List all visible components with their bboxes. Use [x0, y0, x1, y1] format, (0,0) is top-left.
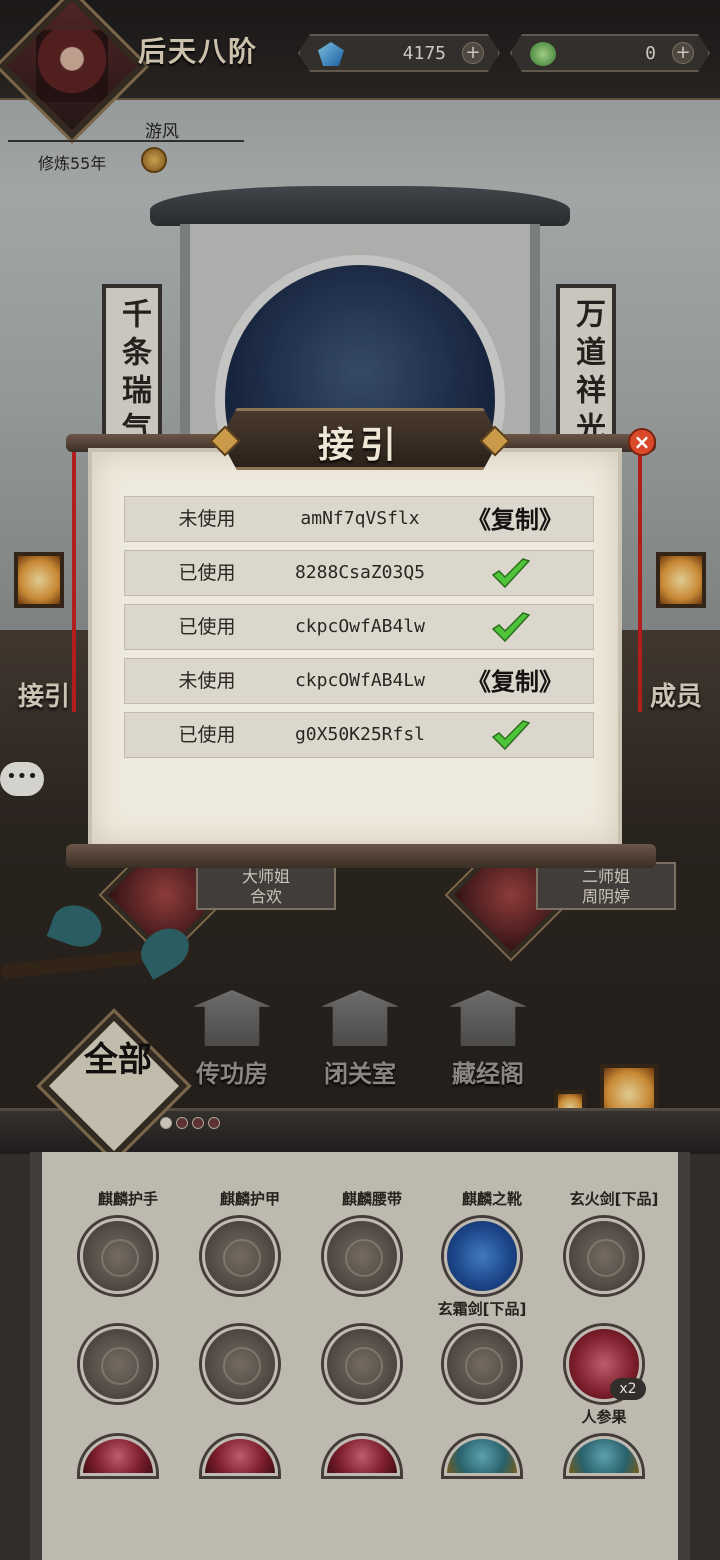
- check-icon: [491, 720, 531, 751]
- avatar-portrait: [36, 30, 108, 102]
- crystal-resource: 4175 +: [298, 34, 500, 72]
- xuanshuang-sword-slot[interactable]: [444, 1218, 520, 1294]
- herb-slot[interactable]: [202, 1436, 278, 1476]
- building-transmission[interactable]: 传功房: [182, 990, 282, 1090]
- empty-slot[interactable]: [80, 1326, 156, 1402]
- senior-sister-title: 大师姐: [241, 867, 290, 886]
- crystal-value: 4175: [402, 43, 446, 64]
- blue-crystal-icon: [318, 42, 344, 66]
- page-dot[interactable]: [208, 1117, 220, 1129]
- check-icon: [491, 558, 531, 589]
- player-name: 游风: [145, 122, 179, 142]
- item-label: 麒麟护手: [97, 1190, 158, 1208]
- page-dot[interactable]: [176, 1117, 188, 1129]
- coin-icon[interactable]: [141, 147, 167, 173]
- realm-title: 后天八阶: [138, 35, 259, 68]
- item-label: 麒麟护甲: [219, 1190, 280, 1208]
- add-jade-button[interactable]: +: [672, 42, 694, 64]
- second-sister-name: 周阴婷: [581, 887, 630, 906]
- code-row: 已使用 ckpcOwfAB4lw: [124, 604, 594, 650]
- close-button[interactable]: ×: [628, 428, 656, 456]
- building-seclusion[interactable]: 闭关室: [310, 990, 410, 1090]
- check-icon: [491, 612, 531, 643]
- item-label: 麒麟腰带: [341, 1190, 402, 1208]
- building-label: 传功房: [196, 1059, 268, 1088]
- gate-roof: [150, 186, 570, 226]
- page-indicator: [160, 1114, 224, 1129]
- lantern-icon: [656, 552, 706, 608]
- empty-slot[interactable]: [202, 1326, 278, 1402]
- chat-bubble-button[interactable]: •••: [0, 762, 44, 796]
- ribbon-right: [638, 452, 642, 712]
- senior-sister-name: 合欢: [249, 887, 282, 906]
- scroll-bottom-rod: [66, 844, 656, 868]
- empty-slot[interactable]: [444, 1326, 520, 1402]
- modal-title: 接引: [317, 424, 402, 466]
- herb-slot[interactable]: [566, 1436, 642, 1476]
- herb-slot[interactable]: [324, 1436, 400, 1476]
- name-strip: [8, 116, 244, 142]
- code-value: g0X50K25Rfsl: [294, 724, 426, 745]
- empty-slot[interactable]: [324, 1218, 400, 1294]
- ribbon-left: [72, 452, 76, 712]
- building-library[interactable]: 藏经阁: [438, 990, 538, 1090]
- all-tab-label: 全部: [84, 1040, 152, 1080]
- code-value: ckpcOWfAB4Lw: [294, 670, 426, 691]
- jade-value: 0: [645, 43, 656, 64]
- inventory-panel: 麒麟护手 麒麟护甲 麒麟腰带 麒麟之靴 玄火剑[下品] 玄霜剑[下品] x2 人…: [30, 1152, 690, 1560]
- building-icon: [193, 990, 271, 1046]
- page-dot[interactable]: [160, 1117, 172, 1129]
- herb-slot[interactable]: [80, 1436, 156, 1476]
- jade-icon: [530, 42, 556, 66]
- building-label: 闭关室: [324, 1059, 396, 1088]
- page-dot[interactable]: [192, 1117, 204, 1129]
- building-icon: [321, 990, 399, 1046]
- building-label: 藏经阁: [452, 1059, 524, 1088]
- copy-button[interactable]: 《复制》: [455, 665, 575, 699]
- empty-slot[interactable]: [80, 1218, 156, 1294]
- lantern-icon: [14, 552, 64, 608]
- empty-slot[interactable]: [202, 1218, 278, 1294]
- code-row: 未使用 ckpcOWfAB4Lw 《复制》: [124, 658, 594, 704]
- code-value: 8288CsaZ03Q5: [294, 562, 426, 583]
- copy-button[interactable]: 《复制》: [455, 503, 575, 537]
- jade-resource: 0 +: [510, 34, 710, 72]
- empty-slot[interactable]: [324, 1326, 400, 1402]
- code-value: ckpcOwfAB4lw: [294, 616, 426, 637]
- add-crystal-button[interactable]: +: [462, 42, 484, 64]
- code-row: 已使用 g0X50K25Rfsl: [124, 712, 594, 758]
- empty-slot[interactable]: [566, 1218, 642, 1294]
- building-icon: [449, 990, 527, 1046]
- item-label: 玄霜剑[下品]: [437, 1300, 527, 1318]
- second-sister-title: 二师姐: [581, 867, 630, 886]
- item-count-badge: x2: [610, 1378, 646, 1400]
- herb-slot[interactable]: [444, 1436, 520, 1476]
- cultivation-years: 修炼55年: [38, 154, 107, 173]
- code-value: amNf7qVSflx: [300, 508, 420, 529]
- item-label: 玄火剑[下品]: [569, 1190, 659, 1208]
- recruit-code-modal: 接引 × 未使用 amNf7qVSflx 《复制》 已使用 8288CsaZ03Q5 已使…: [66, 408, 656, 870]
- code-row: 未使用 amNf7qVSflx 《复制》: [124, 496, 594, 542]
- item-label: 麒麟之靴: [461, 1190, 522, 1208]
- item-label: 人参果: [581, 1408, 627, 1426]
- code-row: 已使用 8288CsaZ03Q5: [124, 550, 594, 596]
